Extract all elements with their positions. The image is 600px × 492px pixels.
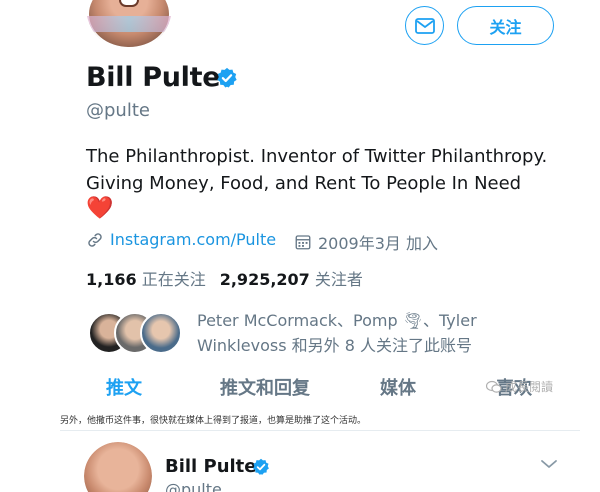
wechat-icon <box>486 380 502 393</box>
following-label: 正在关注 <box>141 270 206 289</box>
avatar-decoration <box>86 16 172 32</box>
followers-label: 关注者 <box>314 270 363 289</box>
profile-bio: The Philanthropist. Inventor of Twitter … <box>86 146 548 194</box>
follower-avatar <box>140 312 182 354</box>
tab-tweets-replies[interactable]: 推文和回复 <box>220 374 310 400</box>
tab-media[interactable]: 媒体 <box>380 374 416 400</box>
followed-by-avatars[interactable] <box>88 312 184 354</box>
profile-link[interactable]: Instagram.com/Pulte <box>86 230 276 249</box>
followed-by-text[interactable]: Peter McCormack、Pomp 🌪、Tyler Winklevoss … <box>197 308 527 358</box>
article-caption: 另外，他撒币这件事，很快就在媒体上得到了报道，也算是助推了这个活动。 <box>60 416 367 426</box>
chevron-down-icon[interactable] <box>540 458 558 470</box>
watermark: 成長閱讀 <box>486 378 553 395</box>
profile-name: Bill Pulte <box>86 62 221 93</box>
following-count: 1,166 <box>86 270 137 289</box>
profile-avatar[interactable] <box>86 0 172 50</box>
join-date: 2009年3月 加入 <box>294 230 438 254</box>
join-date-text: 2009年3月 加入 <box>318 234 438 253</box>
verified-badge-icon <box>217 67 237 88</box>
verified-badge-icon <box>253 458 269 475</box>
tweet-avatar[interactable] <box>84 442 152 492</box>
watermark-text: 成長閱讀 <box>505 380 554 394</box>
message-button[interactable] <box>405 6 444 45</box>
mail-icon <box>414 17 435 34</box>
tweet-avatar-image <box>84 442 152 492</box>
followers-stat[interactable]: 2,925,207 关注者 <box>220 266 363 290</box>
profile-handle: @pulte <box>86 100 150 121</box>
calendar-icon <box>295 235 311 250</box>
link-icon <box>88 232 102 247</box>
profile-link-text[interactable]: Instagram.com/Pulte <box>110 230 276 249</box>
tweet-author-name[interactable]: Bill Pulte <box>165 456 257 477</box>
divider <box>60 430 580 431</box>
tab-tweets[interactable]: 推文 <box>106 374 142 400</box>
heart-emoji: ❤️ <box>86 196 114 221</box>
following-stat[interactable]: 1,166 正在关注 <box>86 266 206 290</box>
profile-stats: 1,166 正在关注 2,925,207 关注者 <box>86 266 363 290</box>
followers-count: 2,925,207 <box>219 270 310 289</box>
follow-button[interactable]: 关注 <box>457 6 554 45</box>
tweet-author-handle: @pulte <box>165 480 222 492</box>
